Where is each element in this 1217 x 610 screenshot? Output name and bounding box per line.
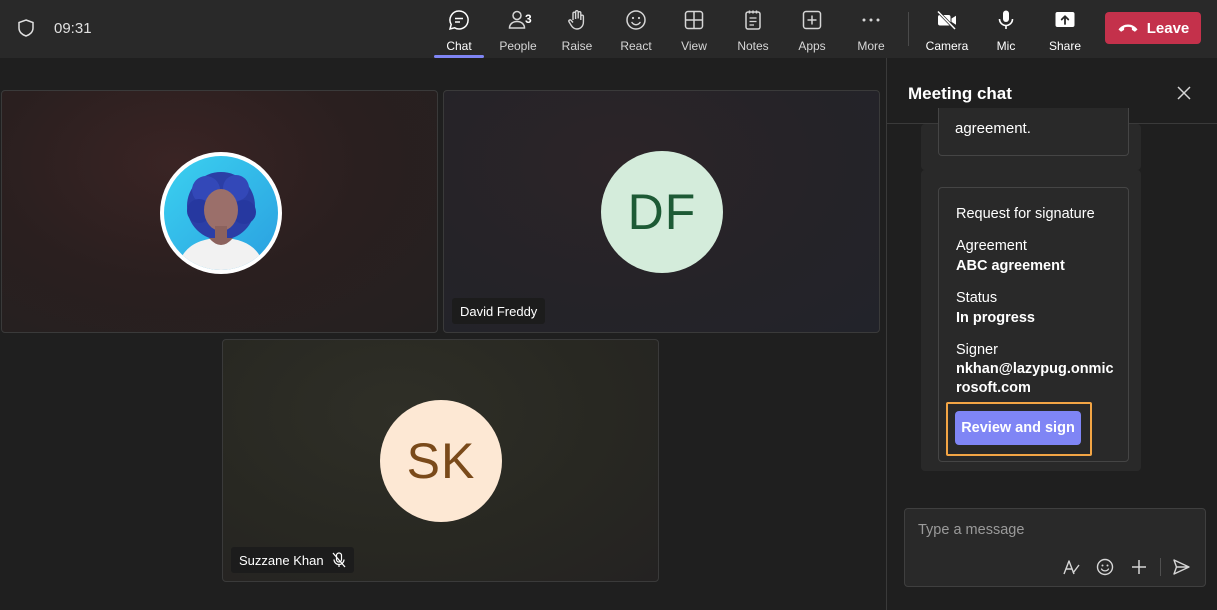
camera-button[interactable]: Camera [919, 8, 975, 54]
avatar-initials: DF [601, 151, 723, 273]
add-app-icon [802, 10, 822, 30]
view-label: View [681, 39, 707, 53]
participant-name: David Freddy [460, 303, 538, 319]
raise-hand-button[interactable]: Raise [549, 8, 605, 54]
signer-label: Signer [956, 342, 998, 358]
participant-tile[interactable]: SK Suzzane Khan [222, 339, 659, 582]
toolbar-divider [908, 12, 909, 46]
hang-up-icon [1118, 24, 1138, 32]
close-icon[interactable] [1176, 85, 1192, 101]
meeting-timer: 09:31 [54, 20, 92, 37]
previous-message-text: agreement. [955, 120, 1031, 137]
more-button[interactable]: More [843, 8, 899, 54]
share-button[interactable]: Share [1037, 8, 1093, 54]
share-label: Share [1048, 39, 1082, 53]
people-button[interactable]: People [490, 8, 546, 54]
notes-icon [745, 10, 761, 30]
participant-tile[interactable]: DF David Freddy [443, 90, 880, 333]
people-label: People [499, 39, 537, 53]
camera-off-icon [936, 10, 957, 31]
review-and-sign-button[interactable]: Review and sign [955, 411, 1081, 445]
microphone-icon [998, 10, 1014, 29]
participant-name-tag: Suzzane Khan [231, 547, 354, 573]
avatar [160, 152, 282, 274]
chat-button[interactable]: Chat [431, 8, 487, 54]
agreement-label: Agreement [956, 238, 1027, 254]
grid-view-icon [684, 10, 704, 30]
participant-tile[interactable] [1, 90, 438, 333]
react-label: React [620, 39, 652, 53]
meeting-toolbar: 09:31 Chat People 3 Raise React View Not… [0, 0, 1217, 58]
status-label: Status [956, 290, 998, 306]
leave-label: Leave [1146, 19, 1190, 37]
add-attachment-icon[interactable] [1129, 557, 1149, 577]
more-label: More [857, 39, 885, 53]
ellipsis-icon [862, 18, 880, 22]
mic-label: Mic [996, 39, 1016, 53]
card-heading: Request for signature [956, 206, 1095, 222]
camera-label: Camera [925, 39, 969, 53]
apps-button[interactable]: Apps [784, 8, 840, 54]
active-tab-indicator [434, 55, 484, 58]
message-input[interactable] [918, 522, 1188, 538]
emoji-icon[interactable] [1095, 557, 1115, 577]
smiley-icon [626, 10, 646, 30]
send-icon[interactable] [1171, 557, 1191, 577]
agreement-value: ABC agreement [956, 258, 1065, 274]
hand-icon [568, 10, 585, 30]
shield-icon [18, 19, 34, 37]
chat-label: Chat [446, 39, 472, 53]
participant-name: Suzzane Khan [239, 552, 324, 568]
mic-button[interactable]: Mic [978, 8, 1034, 54]
status-value: In progress [956, 310, 1035, 326]
composer-divider [1160, 558, 1161, 576]
notes-label: Notes [737, 39, 769, 53]
view-button[interactable]: View [666, 8, 722, 54]
apps-label: Apps [798, 39, 826, 53]
message-composer [904, 508, 1206, 587]
leave-button[interactable]: Leave [1105, 12, 1201, 44]
signer-value: nkhan@lazypug.onmic [956, 361, 1114, 377]
share-screen-icon [1055, 12, 1075, 27]
chat-icon [448, 10, 469, 31]
signer-value-continued: rosoft.com [956, 380, 1031, 396]
chat-title: Meeting chat [908, 84, 1012, 103]
format-text-icon[interactable] [1061, 557, 1081, 577]
avatar-initials: SK [380, 400, 502, 522]
participant-name-tag: David Freddy [452, 298, 546, 324]
react-button[interactable]: React [608, 8, 664, 54]
raise-label: Raise [561, 39, 593, 53]
person-photo-icon [178, 172, 264, 270]
notes-button[interactable]: Notes [725, 8, 781, 54]
previous-card: agreement. [938, 108, 1129, 156]
mic-muted-icon [332, 552, 346, 568]
people-count-badge: 3 [525, 12, 532, 26]
meeting-chat-panel: Meeting chat agreement. Request for sign… [886, 58, 1217, 610]
